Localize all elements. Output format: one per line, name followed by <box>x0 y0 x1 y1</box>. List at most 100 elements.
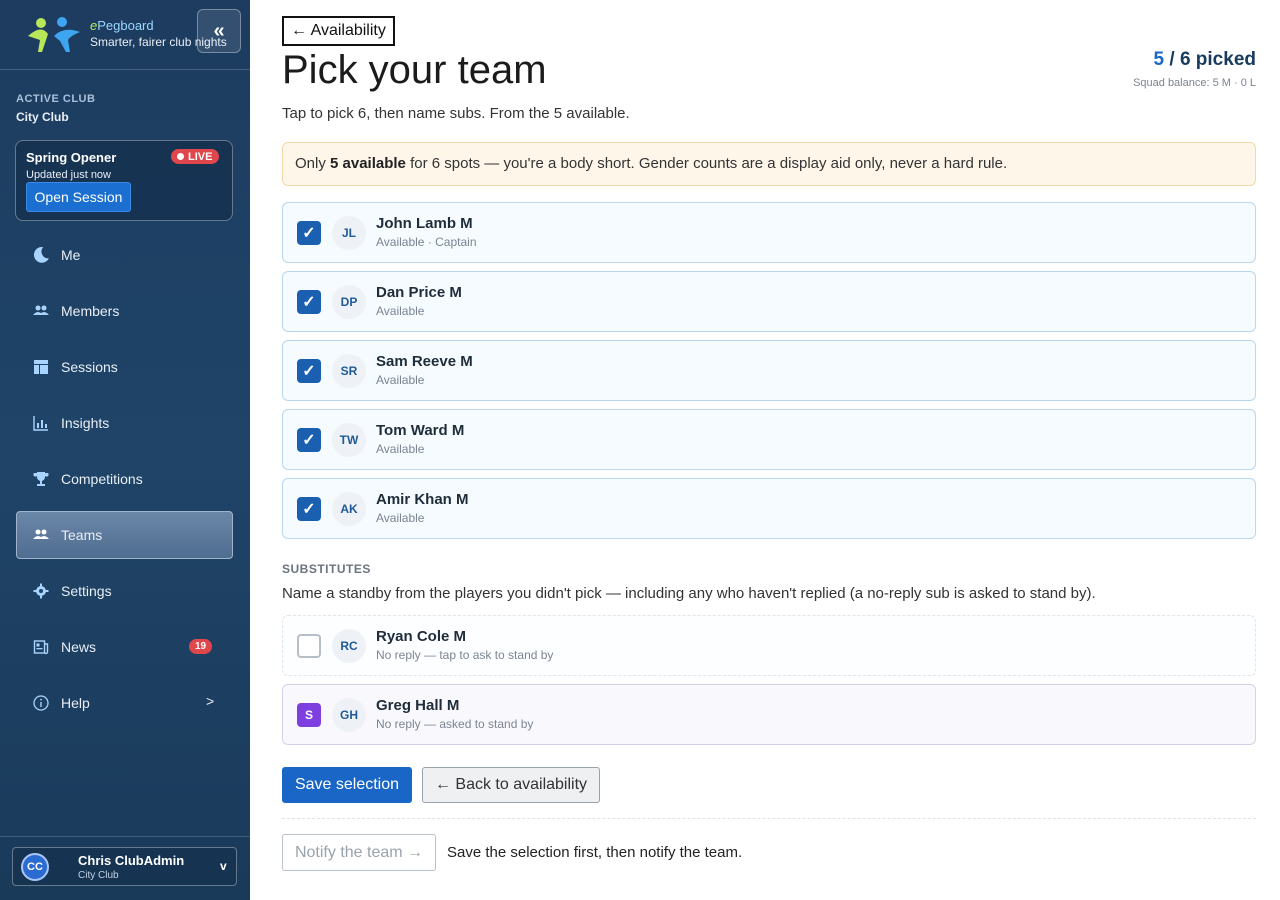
player-row[interactable]: ✓ JL John Lamb M Available · Captain <box>282 202 1256 263</box>
player-row[interactable]: ✓ TW Tom Ward M Available <box>282 409 1256 470</box>
picked-separator: / <box>1164 49 1180 70</box>
player-checkbox[interactable]: ✓ <box>297 428 321 452</box>
moon-icon <box>33 246 49 263</box>
sidebar-item-label: Teams <box>61 527 103 543</box>
members-icon <box>33 305 49 315</box>
back-to-availability-link[interactable]: ← Availability <box>282 16 395 46</box>
sidebar-item-competitions[interactable]: Competitions <box>16 455 233 503</box>
live-label: LIVE <box>188 150 213 163</box>
substitutes-description: Name a standby from the players you didn… <box>282 585 1096 602</box>
sidebar-item-me[interactable]: Me <box>16 231 233 279</box>
sidebar-item-help[interactable]: Help > <box>16 679 233 727</box>
sessions-icon <box>34 360 48 374</box>
brand-name: ePegboard <box>90 18 154 33</box>
user-club: City Club <box>78 870 119 881</box>
chart-icon <box>33 416 48 431</box>
player-name: Amir Khan M <box>376 491 469 508</box>
player-checkbox[interactable]: ✓ <box>297 290 321 314</box>
picked-counter: 5 / 6 picked <box>1154 49 1256 71</box>
sidebar-item-label: Sessions <box>61 359 118 375</box>
player-initials: AK <box>332 492 366 526</box>
teams-icon <box>33 529 49 539</box>
collapse-sidebar-button[interactable]: « <box>197 9 241 53</box>
sidebar-item-label: Members <box>61 303 120 319</box>
player-initials: TW <box>332 423 366 457</box>
sidebar-item-news[interactable]: News 19 <box>16 623 233 671</box>
player-name: Ryan Cole M <box>376 628 467 645</box>
section-divider <box>282 818 1256 819</box>
user-menu[interactable]: CC Chris ClubAdmin City Club v <box>12 847 237 886</box>
sidebar-item-label: News <box>61 639 97 655</box>
trophy-icon <box>33 472 49 486</box>
player-status: Available <box>376 511 425 525</box>
player-status: Available <box>376 304 425 318</box>
sidebar-item-settings[interactable]: Settings <box>16 567 233 615</box>
substitute-checkbox[interactable] <box>297 634 321 658</box>
active-club-name: City Club <box>16 110 69 124</box>
player-checkbox[interactable]: ✓ <box>297 359 321 383</box>
brand-name-text: Pegboard <box>97 18 154 33</box>
notify-hint: Save the selection first, then notify th… <box>447 844 743 861</box>
gear-icon <box>33 583 49 599</box>
player-name: Sam Reeve M <box>376 353 473 370</box>
chevron-down-icon: v <box>220 859 227 873</box>
player-initials: SR <box>332 354 366 388</box>
player-status: Available · Captain <box>376 235 477 249</box>
player-row[interactable]: ✓ SR Sam Reeve M Available <box>282 340 1256 401</box>
sidebar-item-sessions[interactable]: Sessions <box>16 343 233 391</box>
player-name: Greg Hall M <box>376 697 460 714</box>
chevron-right-icon: > <box>206 693 215 709</box>
alert-prefix: Only <box>295 155 331 172</box>
brand-header: ePegboard Smarter, fairer club nights « <box>0 0 250 70</box>
substitutes-heading: SUBSTITUTES <box>282 562 371 576</box>
active-club-label: ACTIVE CLUB <box>16 93 96 105</box>
session-title: Spring Opener <box>26 150 117 165</box>
player-initials: JL <box>332 216 366 250</box>
player-row[interactable]: ✓ AK Amir Khan M Available <box>282 478 1256 539</box>
info-icon <box>33 695 49 711</box>
user-name: Chris ClubAdmin <box>78 853 185 868</box>
substitute-row[interactable]: S GH Greg Hall M No reply — asked to sta… <box>282 684 1256 745</box>
news-count-badge: 19 <box>189 639 213 654</box>
player-status: No reply — asked to stand by <box>376 717 534 731</box>
open-session-button[interactable]: Open Session <box>26 182 131 212</box>
sidebar-item-label: Insights <box>61 415 110 431</box>
logo-icon <box>28 17 80 52</box>
player-status: Available <box>376 373 425 387</box>
save-selection-button[interactable]: Save selection <box>282 767 412 803</box>
squad-balance: Squad balance: 5 M · 0 L <box>1133 77 1256 89</box>
alert-bold: 5 available <box>330 155 406 172</box>
sidebar-item-teams[interactable]: Teams <box>16 511 233 559</box>
player-checkbox[interactable]: ✓ <box>297 497 321 521</box>
player-initials: DP <box>332 285 366 319</box>
player-checkbox[interactable]: ✓ <box>297 221 321 245</box>
sidebar-item-label: Settings <box>61 583 112 599</box>
picked-total: 6 <box>1179 49 1191 70</box>
alert-suffix: for 6 spots — you're a body short. Gende… <box>405 155 1008 172</box>
sidebar: ePegboard Smarter, fairer club nights « … <box>0 0 250 900</box>
sidebar-item-label: Help <box>61 695 90 711</box>
substitute-checkbox[interactable]: S <box>297 703 321 727</box>
picked-count: 5 <box>1153 49 1165 70</box>
live-session-card: Spring Opener LIVE Updated just now Open… <box>15 140 233 221</box>
double-chevron-left-icon: « <box>213 19 225 42</box>
page-intro: Tap to pick 6, then name subs. From the … <box>282 105 630 122</box>
player-name: John Lamb M <box>376 215 473 232</box>
back-to-availability-button[interactable]: ← Back to availability <box>422 767 600 803</box>
player-initials: GH <box>332 698 366 732</box>
live-badge: LIVE <box>171 149 220 164</box>
player-name: Dan Price M <box>376 284 462 301</box>
page-title: Pick your team <box>282 48 547 92</box>
substitute-row[interactable]: RC Ryan Cole M No reply — tap to ask to … <box>282 615 1256 676</box>
sidebar-divider <box>0 836 250 837</box>
news-icon <box>33 640 49 655</box>
live-dot-icon <box>177 153 184 160</box>
sidebar-item-label: Competitions <box>61 471 143 487</box>
picked-suffix: picked <box>1190 49 1256 70</box>
player-initials: RC <box>332 629 366 663</box>
notify-team-button[interactable]: Notify the team → <box>282 834 436 871</box>
sidebar-item-members[interactable]: Members <box>16 287 233 335</box>
session-updated: Updated just now <box>26 169 111 181</box>
sidebar-item-insights[interactable]: Insights <box>16 399 233 447</box>
player-row[interactable]: ✓ DP Dan Price M Available <box>282 271 1256 332</box>
